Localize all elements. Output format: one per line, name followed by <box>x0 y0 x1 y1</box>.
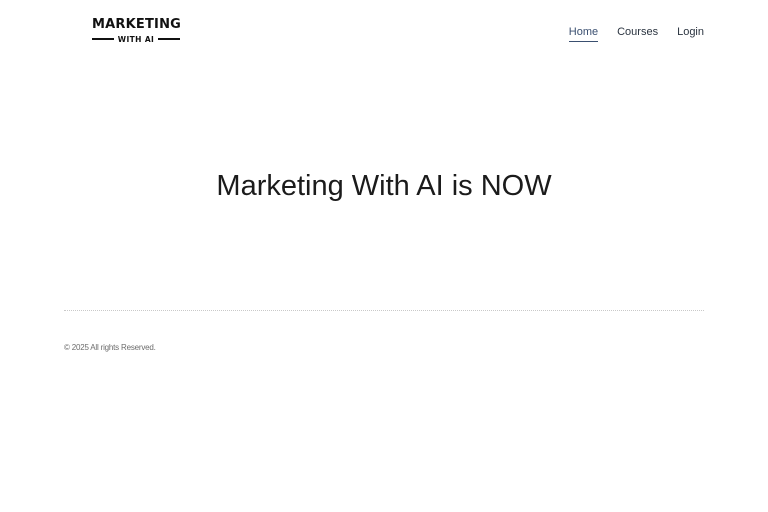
hero-title: Marketing With AI is NOW <box>216 170 552 202</box>
logo-subtitle-row: WITH AI <box>92 34 180 44</box>
logo-right-rule <box>158 38 180 40</box>
logo-title: MARKETING <box>92 17 182 32</box>
copyright-text: © 2025 All rights Reserved. <box>64 343 156 352</box>
logo-subtitle: WITH AI <box>117 34 155 44</box>
nav-login-link[interactable]: Login <box>677 25 704 42</box>
site-header: MARKETING WITH AI Home Courses Login <box>0 0 768 64</box>
nav-courses-link[interactable]: Courses <box>617 25 658 42</box>
site-logo[interactable]: MARKETING WITH AI <box>92 17 182 44</box>
main-nav: Home Courses Login <box>568 25 704 42</box>
nav-home-link[interactable]: Home <box>568 25 599 42</box>
footer-divider <box>64 310 704 311</box>
logo-left-rule <box>92 38 114 40</box>
page: MARKETING WITH AI Home Courses Login Mar… <box>0 0 768 512</box>
